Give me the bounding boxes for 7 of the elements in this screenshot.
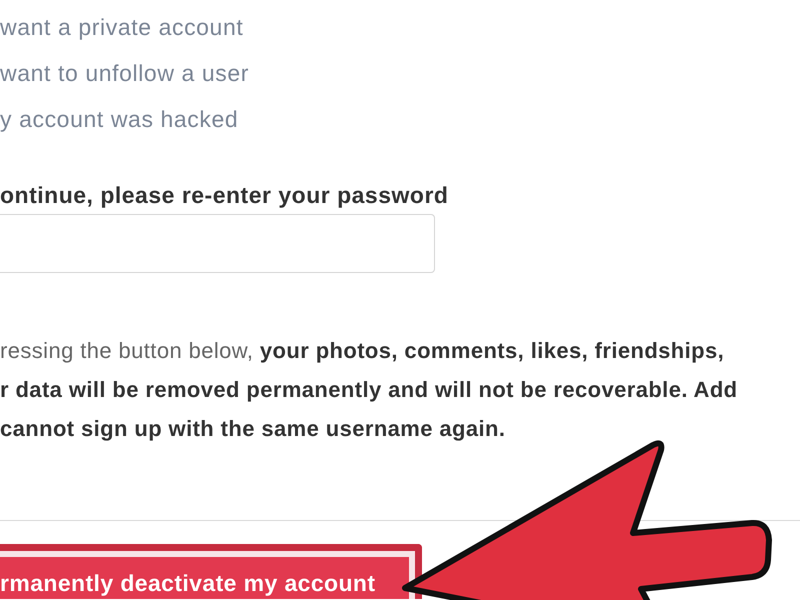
reason-option[interactable]: y account was hacked xyxy=(0,96,238,142)
password-field[interactable] xyxy=(0,214,435,273)
warning-paragraph: ressing the button below, your photos, comments, likes, friendships, r data will be removed permanently and will not be recoverable. Add cannot sign up with the same username again. xyxy=(0,337,739,443)
reason-option[interactable]: want a private account xyxy=(0,4,244,50)
deactivate-account-button[interactable]: rmanently deactivate my account xyxy=(0,544,422,599)
password-label: ontinue, please re-enter your password xyxy=(0,181,450,209)
reason-option[interactable]: want to unfollow a user xyxy=(0,50,250,96)
